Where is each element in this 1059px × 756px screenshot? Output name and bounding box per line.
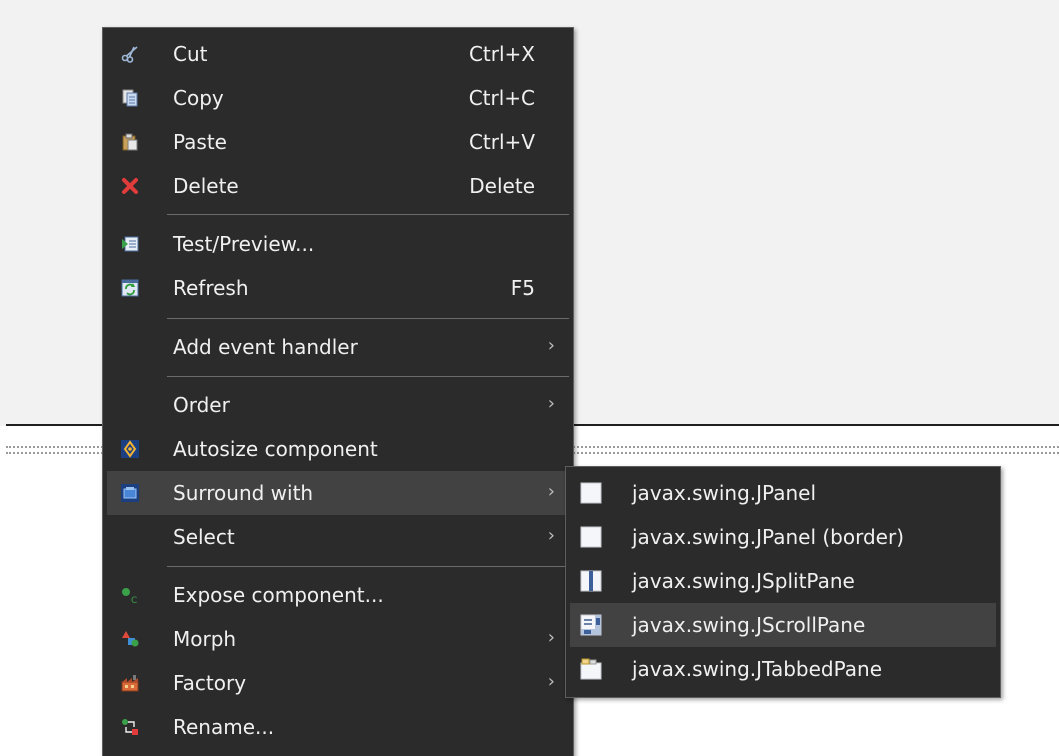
menu-item-shortcut: F5: [510, 276, 535, 300]
paste-icon: [122, 133, 138, 151]
menu-item-label: Copy: [173, 86, 224, 110]
menu-item-paste[interactable]: Paste Ctrl+V: [107, 120, 569, 164]
scissors-icon: [121, 46, 138, 63]
menu-separator: [167, 214, 569, 215]
split-pane-icon: [580, 570, 602, 592]
submenu-item-jpanel[interactable]: javax.swing.JPanel: [570, 471, 996, 515]
submenu-item-jtabbedpane[interactable]: javax.swing.JTabbedPane: [570, 647, 996, 691]
menu-item-label: Expose component...: [173, 583, 384, 607]
submenu-item-label: javax.swing.JPanel (border): [632, 525, 905, 549]
menu-item-factory[interactable]: Factory ›: [107, 661, 569, 705]
menu-item-label: Test/Preview...: [173, 232, 315, 256]
svg-text:C: C: [131, 596, 137, 604]
menu-item-label: Rename...: [173, 715, 275, 739]
rename-icon: [122, 719, 138, 735]
menu-item-label: Surround with: [173, 481, 314, 505]
delete-icon: [122, 178, 138, 194]
copy-icon: [122, 89, 138, 107]
menu-item-surround-with[interactable]: Surround with ›: [107, 471, 569, 515]
menu-item-cut[interactable]: Cut Ctrl+X: [107, 32, 569, 76]
submenu-arrow-icon: ›: [547, 335, 555, 356]
submenu-arrow-icon: ›: [547, 525, 555, 546]
menu-item-label: Factory: [173, 671, 247, 695]
menu-item-shortcut: Delete: [469, 174, 535, 198]
menu-item-label: Add event handler: [173, 335, 358, 359]
submenu-arrow-icon: ›: [547, 671, 555, 692]
surround-icon: [121, 484, 139, 502]
menu-item-refresh[interactable]: Refresh F5: [107, 266, 569, 310]
submenu-item-label: javax.swing.JPanel: [632, 481, 817, 505]
submenu-item-jpanel-border[interactable]: javax.swing.JPanel (border): [570, 515, 996, 559]
submenu-item-label: javax.swing.JScrollPane: [632, 613, 866, 637]
submenu-arrow-icon: ›: [547, 481, 555, 502]
menu-item-label: Refresh: [173, 276, 249, 300]
menu-item-label: Paste: [173, 130, 227, 154]
context-menu: Cut Ctrl+X Copy Ctrl+C Paste Ctrl+V Dele…: [102, 27, 574, 756]
surround-with-submenu: javax.swing.JPanel javax.swing.JPanel (b…: [565, 466, 1001, 698]
menu-item-label: Select: [173, 525, 235, 549]
menu-item-test-preview[interactable]: Test/Preview...: [107, 222, 569, 266]
scroll-pane-icon: [580, 614, 602, 636]
panel-border-icon: [580, 526, 602, 548]
refresh-icon: [121, 279, 139, 297]
menu-item-select[interactable]: Select ›: [107, 515, 569, 559]
menu-item-rename[interactable]: Rename...: [107, 705, 569, 749]
menu-item-label: Delete: [173, 174, 239, 198]
menu-item-label: Order: [173, 393, 230, 417]
submenu-item-jsplitpane[interactable]: javax.swing.JSplitPane: [570, 559, 996, 603]
tabbed-pane-icon: [580, 658, 602, 680]
menu-item-shortcut: Ctrl+X: [468, 42, 535, 66]
menu-item-label: Cut: [173, 42, 208, 66]
menu-item-add-event-handler[interactable]: Add event handler ›: [107, 325, 569, 369]
designer-window: Cut Ctrl+X Copy Ctrl+C Paste Ctrl+V Dele…: [0, 0, 1059, 756]
menu-separator: [167, 318, 569, 319]
submenu-item-label: javax.swing.JSplitPane: [632, 569, 855, 593]
menu-item-label: Autosize component: [173, 437, 378, 461]
submenu-arrow-icon: ›: [547, 393, 555, 414]
autosize-icon: [121, 440, 139, 458]
menu-item-expose-component[interactable]: C Expose component...: [107, 573, 569, 617]
expose-icon: C: [122, 588, 137, 604]
submenu-item-jscrollpane[interactable]: javax.swing.JScrollPane: [570, 603, 996, 647]
menu-separator: [167, 376, 569, 377]
submenu-arrow-icon: ›: [547, 627, 555, 648]
submenu-item-label: javax.swing.JTabbedPane: [632, 657, 883, 681]
factory-icon: [121, 675, 139, 692]
menu-item-order[interactable]: Order ›: [107, 383, 569, 427]
morph-icon: [122, 631, 139, 647]
menu-item-shortcut: Ctrl+C: [468, 86, 535, 110]
menu-item-shortcut: Ctrl+V: [468, 130, 535, 154]
panel-icon: [580, 482, 602, 504]
preview-icon: [122, 236, 139, 252]
menu-item-copy[interactable]: Copy Ctrl+C: [107, 76, 569, 120]
menu-separator: [167, 566, 569, 567]
menu-item-morph[interactable]: Morph ›: [107, 617, 569, 661]
menu-item-label: Morph: [173, 627, 237, 651]
menu-item-delete[interactable]: Delete Delete: [107, 164, 569, 208]
menu-item-autosize-component[interactable]: Autosize component: [107, 427, 569, 471]
